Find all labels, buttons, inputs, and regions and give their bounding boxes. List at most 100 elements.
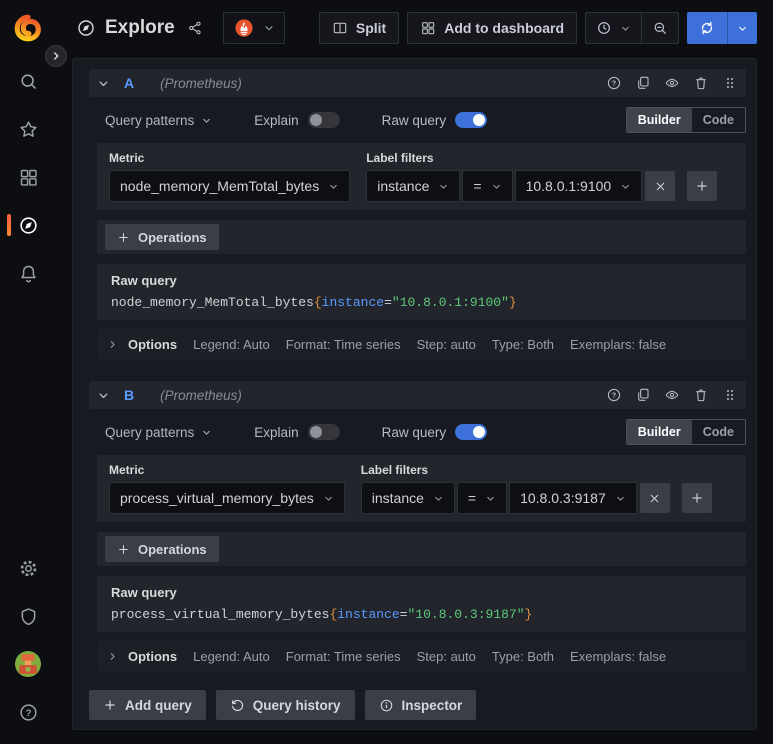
query-patterns-label: Query patterns <box>105 424 195 440</box>
explain-toggle[interactable] <box>307 424 340 440</box>
option-type: Type: Both <box>491 648 555 664</box>
query-b-header[interactable]: B (Prometheus) ? <box>89 381 746 409</box>
gear-icon <box>18 558 39 579</box>
sidebar-item-profile[interactable] <box>0 640 56 688</box>
copy-icon <box>635 75 651 91</box>
sidebar-item-configuration[interactable] <box>0 544 56 592</box>
option-exemplars: Exemplars: false <box>570 648 667 664</box>
svg-text:?: ? <box>612 81 616 88</box>
label-name-select[interactable]: instance <box>360 482 455 514</box>
metric-select[interactable]: node_memory_MemTotal_bytes <box>109 170 351 202</box>
split-button[interactable]: Split <box>318 12 400 44</box>
plus-icon <box>117 543 130 556</box>
code-mode-button[interactable]: Code <box>692 420 745 444</box>
label-name-select[interactable]: instance <box>366 170 461 202</box>
operations-label: Operations <box>138 229 207 245</box>
add-query-label: Add query <box>125 697 192 713</box>
sidebar-item-search[interactable] <box>0 57 56 105</box>
dashboard-grid-icon <box>420 20 436 36</box>
expand-sidebar-button[interactable] <box>45 45 67 67</box>
chevron-down-icon <box>201 427 212 438</box>
operations-panel: Operations <box>97 532 746 566</box>
trash-icon <box>693 75 709 91</box>
duplicate-query-button[interactable] <box>635 75 651 91</box>
chevron-right-icon <box>107 651 118 662</box>
duplicate-query-button[interactable] <box>635 387 651 403</box>
close-icon <box>654 180 667 193</box>
zoom-out-button[interactable] <box>641 13 678 43</box>
search-icon <box>18 71 39 92</box>
query-history-button[interactable]: Query history <box>215 690 355 720</box>
grafana-logo[interactable] <box>13 13 43 43</box>
datasource-picker[interactable] <box>222 12 285 44</box>
remove-query-button[interactable] <box>693 387 709 403</box>
nav-sidebar: ? <box>0 0 56 744</box>
sidebar-item-alerting[interactable] <box>0 249 56 297</box>
add-filter-button[interactable] <box>681 483 712 513</box>
explain-toggle[interactable] <box>307 112 340 128</box>
editor-mode-toggle: Builder Code <box>625 107 746 133</box>
option-format: Format: Time series <box>285 648 401 664</box>
query-patterns-dropdown[interactable]: Query patterns <box>105 113 212 128</box>
disable-query-button[interactable] <box>664 387 680 403</box>
query-patterns-dropdown[interactable]: Query patterns <box>105 425 212 440</box>
label-operator-select[interactable]: = <box>462 170 513 202</box>
query-help-button[interactable]: ? <box>606 75 622 91</box>
options-title: Options <box>128 648 178 664</box>
option-legend: Legend: Auto <box>193 336 270 352</box>
sidebar-item-server-admin[interactable] <box>0 592 56 640</box>
add-filter-button[interactable] <box>687 171 718 201</box>
query-options-row[interactable]: Options Legend: Auto Format: Time series… <box>97 640 746 672</box>
page-title: Explore <box>105 17 175 38</box>
shield-icon <box>18 606 39 627</box>
option-exemplars: Exemplars: false <box>570 336 667 352</box>
query-patterns-label: Query patterns <box>105 112 195 128</box>
add-operation-button[interactable]: Operations <box>105 536 219 562</box>
label-filters-field: Label filters instance = 10.8.0.3:9187 <box>360 463 712 514</box>
add-operation-button[interactable]: Operations <box>105 224 219 250</box>
metric-select[interactable]: process_virtual_memory_bytes <box>109 482 345 514</box>
builder-mode-button[interactable]: Builder <box>626 420 692 444</box>
raw-query-panel: Raw query process_virtual_memory_bytes{i… <box>97 576 746 632</box>
sidebar-item-dashboards[interactable] <box>0 153 56 201</box>
share-icon[interactable] <box>187 20 203 36</box>
raw-query-toggle[interactable] <box>455 112 488 128</box>
query-options-row[interactable]: Options Legend: Auto Format: Time series… <box>97 328 746 360</box>
prometheus-icon <box>233 17 255 39</box>
label-operator-select[interactable]: = <box>456 482 508 514</box>
add-to-dashboard-button[interactable]: Add to dashboard <box>407 12 577 44</box>
explore-toolbar: Explore Split Add to dashboard <box>56 0 773 56</box>
query-a-body: Query patterns Explain Raw query Builder… <box>97 107 746 360</box>
avatar <box>15 651 41 677</box>
refresh-button[interactable] <box>687 12 727 44</box>
remove-filter-button[interactable] <box>645 171 676 201</box>
raw-query-toggle[interactable] <box>455 424 488 440</box>
label-value-select[interactable]: 10.8.0.1:9100 <box>514 170 643 202</box>
sidebar-item-explore[interactable] <box>0 201 56 249</box>
disable-query-button[interactable] <box>664 75 680 91</box>
refresh-interval-dropdown[interactable] <box>727 12 757 44</box>
remove-query-button[interactable] <box>693 75 709 91</box>
sidebar-item-starred[interactable] <box>0 105 56 153</box>
add-query-button[interactable]: Add query <box>89 690 206 720</box>
drag-handle[interactable] <box>722 75 738 91</box>
raw-query-panel-label: Raw query <box>111 585 177 600</box>
explain-field: Explain <box>254 424 340 440</box>
time-picker-button[interactable] <box>586 13 641 43</box>
query-help-button[interactable]: ? <box>606 387 622 403</box>
remove-filter-button[interactable] <box>639 483 670 513</box>
drag-handle[interactable] <box>722 387 738 403</box>
label-value-select[interactable]: 10.8.0.3:9187 <box>509 482 637 514</box>
sidebar-item-help[interactable]: ? <box>0 688 56 736</box>
label-filter-row: instance = 10.8.0.1:9100 <box>366 170 718 202</box>
eye-icon <box>664 387 680 403</box>
query-datasource-label: (Prometheus) <box>160 387 242 403</box>
label-filters-field: Label filters instance = 10.8.0.1:9100 <box>366 151 718 202</box>
query-history-label: Query history <box>252 697 341 713</box>
trash-icon <box>693 387 709 403</box>
builder-mode-button[interactable]: Builder <box>626 108 692 132</box>
query-a-header[interactable]: A (Prometheus) ? <box>89 69 746 97</box>
svg-text:?: ? <box>25 708 31 719</box>
code-mode-button[interactable]: Code <box>692 108 745 132</box>
inspector-button[interactable]: Inspector <box>364 690 477 720</box>
